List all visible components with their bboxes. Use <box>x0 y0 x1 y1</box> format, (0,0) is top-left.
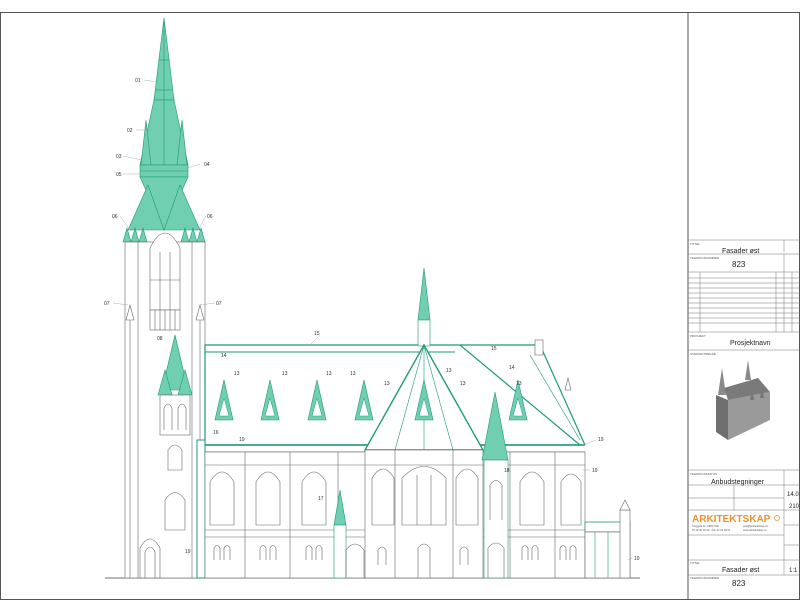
callout: 06 <box>207 214 213 220</box>
callout: 01 <box>135 78 141 84</box>
firm-phone: Tlf 22 00 00 00 · Fax 22 00 00 01 <box>692 528 731 532</box>
callout: 08 <box>157 336 163 342</box>
firm-logo-icon <box>774 515 780 521</box>
project-label: PROSJEKT <box>690 334 706 338</box>
title-field-label: TITTEL <box>690 242 700 246</box>
callout: 13 <box>384 381 390 387</box>
callout: 07 <box>216 301 222 307</box>
callout: 19 <box>239 437 245 443</box>
callout: 16 <box>213 430 219 436</box>
callout: 14 <box>221 353 227 359</box>
callout: 14 <box>509 365 515 371</box>
callout: 13 <box>446 368 452 374</box>
callout: 13 <box>234 371 240 377</box>
phase-text: Anbudstegninger <box>711 479 765 486</box>
callout: 19 <box>598 437 604 443</box>
callout: 13 <box>460 381 466 387</box>
callout: 07 <box>104 301 110 307</box>
callout: 02 <box>127 128 133 134</box>
scale-value: 1:1 <box>789 568 798 574</box>
callout: 15 <box>491 346 497 352</box>
callout: 13 <box>326 371 332 377</box>
callout: 03 <box>116 154 122 160</box>
callout: 13 <box>350 371 356 377</box>
church-elevation <box>105 17 640 579</box>
phase-label: TEGNINGSSTATUS <box>690 472 717 476</box>
callout: 13 <box>282 371 288 377</box>
project-name: Prosjektnavn <box>730 340 771 347</box>
callout: 17 <box>318 496 324 502</box>
callout: 05 <box>116 172 122 178</box>
drawing-number-label: TEGNINGSNUMMER <box>690 256 720 260</box>
ridge-spire <box>417 267 431 321</box>
callout: 18 <box>504 468 510 474</box>
callout: 06 <box>112 214 118 220</box>
callout: 19 <box>592 468 598 474</box>
sheet-title: Fasader øst <box>722 248 759 255</box>
church-3d-thumbnail <box>716 360 770 440</box>
firm-email: post@arkitektskap.no <box>743 524 769 528</box>
bottom-title-label: TITTEL <box>690 561 700 565</box>
firm-address: Torggata 31, 0183 Oslo <box>692 524 720 528</box>
callout: 13 <box>516 381 522 387</box>
firm-web: www.arkitektskap.no <box>743 528 767 532</box>
number-value: 210 <box>789 504 800 510</box>
callout: 15 <box>314 331 320 337</box>
callout: 19 <box>185 549 191 555</box>
drawing-number: 823 <box>732 260 746 269</box>
tower <box>122 17 206 579</box>
bottom-sheet-title: Fasader øst <box>722 567 759 574</box>
callout: 04 <box>204 162 210 168</box>
thumbnail-label: OVERSIKTSBILDE <box>690 352 716 356</box>
callout: 19 <box>634 556 640 562</box>
bottom-number-label: TEGNINGSNUMMER <box>690 576 720 580</box>
bottom-drawing-number: 823 <box>732 579 746 588</box>
drawing-sheet: 01 02 03 04 05 06 06 07 07 08 13 13 13 1… <box>0 12 800 600</box>
date-value: 14.0 <box>787 492 799 498</box>
firm-name: ARKITEKTSKAP <box>692 514 771 525</box>
